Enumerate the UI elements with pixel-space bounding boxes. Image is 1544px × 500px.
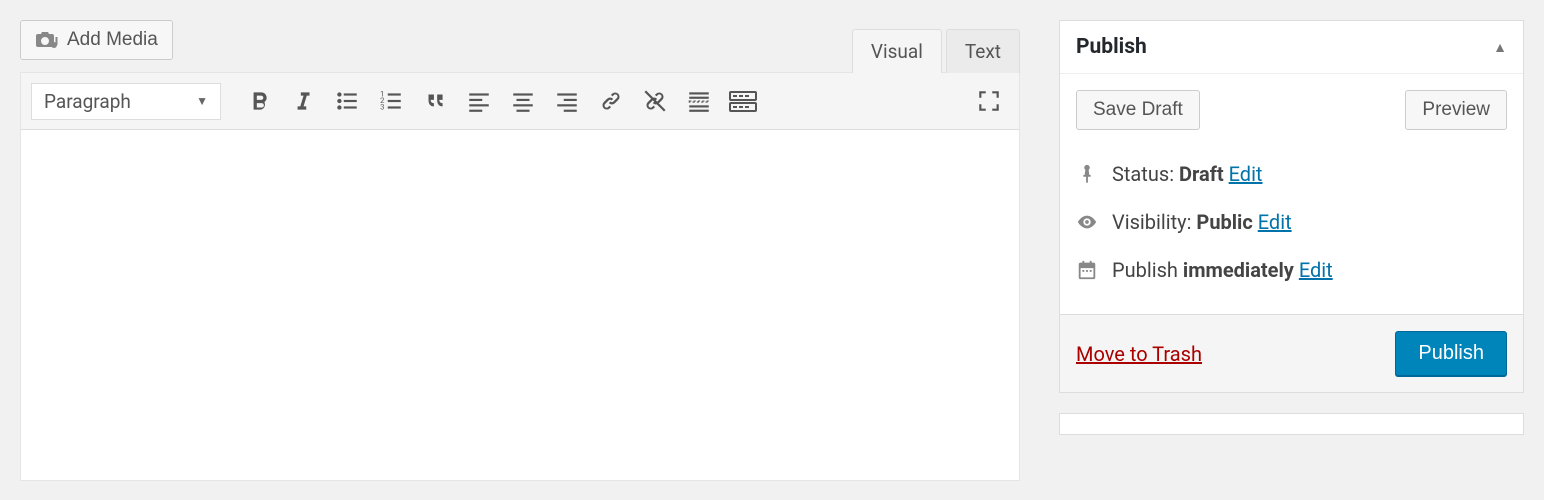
align-center-button[interactable] bbox=[503, 81, 543, 121]
tab-visual[interactable]: Visual bbox=[852, 29, 942, 73]
add-media-button[interactable]: Add Media bbox=[20, 20, 173, 60]
tab-text[interactable]: Text bbox=[946, 29, 1020, 73]
align-right-button[interactable] bbox=[547, 81, 587, 121]
visibility-label: Visibility: bbox=[1112, 210, 1196, 234]
edit-status-link[interactable]: Edit bbox=[1229, 162, 1263, 186]
schedule-label: Publish bbox=[1112, 258, 1183, 282]
schedule-row: Publish immediately Edit bbox=[1076, 246, 1507, 294]
next-postbox bbox=[1059, 413, 1524, 435]
unlink-button[interactable] bbox=[635, 81, 675, 121]
visibility-row: Visibility: Public Edit bbox=[1076, 198, 1507, 246]
publish-box-header: Publish ▲ bbox=[1060, 21, 1523, 74]
eye-icon bbox=[1076, 211, 1098, 233]
format-dropdown[interactable]: Paragraph ▼ bbox=[31, 83, 221, 120]
save-draft-button[interactable]: Save Draft bbox=[1076, 90, 1200, 130]
editor-tabs: Visual Text bbox=[848, 29, 1020, 73]
move-to-trash-link[interactable]: Move to Trash bbox=[1076, 342, 1202, 366]
status-label: Status: bbox=[1112, 162, 1179, 186]
schedule-value: immediately bbox=[1183, 258, 1294, 282]
editor-main: Add Media Visual Text Paragraph ▼ 123 bbox=[20, 20, 1020, 481]
collapse-icon[interactable]: ▲ bbox=[1493, 39, 1507, 56]
editor-content-area[interactable] bbox=[21, 130, 1019, 480]
editor-toolbar: Paragraph ▼ 123 bbox=[21, 73, 1019, 130]
format-selected-label: Paragraph bbox=[44, 90, 131, 113]
status-value: Draft bbox=[1179, 162, 1224, 186]
bold-button[interactable] bbox=[239, 81, 279, 121]
numbered-list-button[interactable]: 123 bbox=[371, 81, 411, 121]
fullscreen-button[interactable] bbox=[969, 81, 1009, 121]
preview-button[interactable]: Preview bbox=[1405, 90, 1507, 130]
blockquote-button[interactable] bbox=[415, 81, 455, 121]
editor-wrap: Paragraph ▼ 123 bbox=[20, 72, 1020, 481]
publish-button[interactable]: Publish bbox=[1395, 331, 1507, 376]
media-toolbar: Add Media Visual Text bbox=[20, 20, 1020, 62]
link-button[interactable] bbox=[591, 81, 631, 121]
edit-schedule-link[interactable]: Edit bbox=[1299, 258, 1333, 282]
publish-box-title: Publish bbox=[1076, 35, 1147, 59]
align-left-button[interactable] bbox=[459, 81, 499, 121]
svg-text:3: 3 bbox=[380, 103, 384, 112]
status-row: Status: Draft Edit bbox=[1076, 150, 1507, 198]
read-more-button[interactable] bbox=[679, 81, 719, 121]
chevron-down-icon: ▼ bbox=[196, 94, 208, 108]
camera-music-icon bbox=[35, 31, 59, 49]
italic-button[interactable] bbox=[283, 81, 323, 121]
sidebar: Publish ▲ Save Draft Preview Status: Dra… bbox=[1059, 20, 1524, 435]
pin-icon bbox=[1076, 163, 1098, 185]
calendar-icon bbox=[1076, 259, 1098, 281]
visibility-value: Public bbox=[1196, 210, 1252, 234]
toolbar-toggle-button[interactable] bbox=[723, 81, 763, 121]
add-media-label: Add Media bbox=[67, 29, 158, 51]
publish-box: Publish ▲ Save Draft Preview Status: Dra… bbox=[1059, 20, 1524, 393]
edit-visibility-link[interactable]: Edit bbox=[1258, 210, 1292, 234]
bullet-list-button[interactable] bbox=[327, 81, 367, 121]
